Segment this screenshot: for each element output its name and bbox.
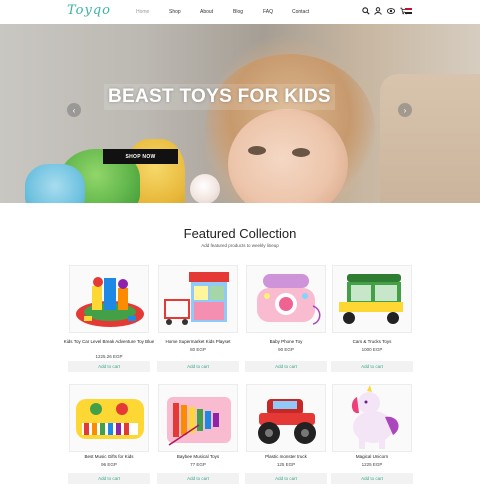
- product-name[interactable]: Magical Unicorn: [326, 454, 418, 460]
- product-price: 1000 EGP: [361, 347, 383, 352]
- product-image[interactable]: [332, 265, 412, 333]
- baby-phone-toy-image: [247, 266, 325, 332]
- chevron-right-icon: ›: [403, 105, 407, 115]
- nav-home[interactable]: Home: [136, 9, 149, 15]
- featured-title: Featured Collection: [183, 226, 297, 241]
- slider-prev-button[interactable]: ‹: [67, 103, 81, 117]
- xylophone-image: [159, 385, 237, 451]
- product-name[interactable]: Kids Toy Car Level Break Adventure Toy B…: [63, 339, 155, 345]
- product-image[interactable]: [332, 384, 412, 452]
- nav-about[interactable]: About: [200, 9, 213, 15]
- hero-sofa: [380, 74, 480, 203]
- nav-shop[interactable]: Shop: [169, 9, 181, 15]
- site-logo[interactable]: Toyqo: [67, 3, 111, 18]
- product-name[interactable]: Best Music Gifts for Kids: [63, 454, 155, 460]
- featured-subtitle: Add featured products to weekly lineup: [201, 243, 279, 248]
- hero-banner: BEAST TOYS FOR KIDS SHOP NOW ‹ ›: [0, 24, 480, 203]
- slider-next-button[interactable]: ›: [398, 103, 412, 117]
- add-to-cart-button[interactable]: Add to cart: [68, 361, 150, 372]
- site-header: Toyqo Home Shop About Blog FAQ Contact: [0, 0, 480, 24]
- product-image[interactable]: [158, 384, 238, 452]
- product-image[interactable]: [69, 384, 149, 452]
- product-image[interactable]: [246, 265, 326, 333]
- shop-now-button[interactable]: SHOP NOW: [103, 149, 178, 164]
- header-icons: [360, 7, 415, 17]
- monster-truck-image: [247, 385, 325, 451]
- product-name[interactable]: Home Supermarket Kids Playset: [152, 339, 244, 345]
- product-name[interactable]: Baby Phone Toy: [240, 339, 332, 345]
- product-image[interactable]: [246, 384, 326, 452]
- search-icon[interactable]: [362, 7, 370, 15]
- add-to-cart-button[interactable]: Add to cart: [68, 473, 150, 484]
- product-price: 125 EGP: [276, 462, 296, 467]
- product-price: 77 EGP: [190, 462, 206, 467]
- product-image[interactable]: [69, 265, 149, 333]
- add-to-cart-button[interactable]: Add to cart: [245, 473, 327, 484]
- chevron-left-icon: ‹: [72, 105, 76, 115]
- product-price: 1225.26 EGP: [95, 354, 123, 359]
- nav-contact[interactable]: Contact: [292, 9, 309, 15]
- product-name[interactable]: Plastic monster truck: [240, 454, 332, 460]
- product-price: 90 EGP: [278, 347, 294, 352]
- hero-toy-small: [190, 174, 220, 203]
- product-price: 1225 EGP: [361, 462, 383, 467]
- eye-icon[interactable]: [387, 7, 395, 15]
- tuk-tuk-toy-image: [333, 266, 411, 332]
- supermarket-playset-image: [159, 266, 237, 332]
- hero-title: BEAST TOYS FOR KIDS: [104, 84, 335, 110]
- product-price: 80 EGP: [190, 347, 206, 352]
- product-name[interactable]: Cars & Trucks Toys: [326, 339, 418, 345]
- add-to-cart-button[interactable]: Add to cart: [331, 473, 413, 484]
- hero-toy-elephant: [25, 164, 85, 203]
- add-to-cart-button[interactable]: Add to cart: [157, 473, 239, 484]
- music-toy-image: [70, 385, 148, 451]
- product-name[interactable]: Baybee Musical Toys: [152, 454, 244, 460]
- flag-icon[interactable]: [405, 8, 412, 14]
- hero-child-eye-left: [248, 146, 266, 155]
- add-to-cart-button[interactable]: Add to cart: [245, 361, 327, 372]
- add-to-cart-button[interactable]: Add to cart: [157, 361, 239, 372]
- unicorn-plush-image: [333, 385, 411, 451]
- add-to-cart-button[interactable]: Add to cart: [331, 361, 413, 372]
- toy-track-playset-image: [70, 266, 148, 332]
- hero-child-eye-right: [292, 148, 310, 157]
- nav-faq[interactable]: FAQ: [263, 9, 273, 15]
- product-image[interactable]: [158, 265, 238, 333]
- nav-blog[interactable]: Blog: [233, 9, 243, 15]
- user-icon[interactable]: [374, 7, 382, 15]
- product-price: 96 EGP: [101, 462, 117, 467]
